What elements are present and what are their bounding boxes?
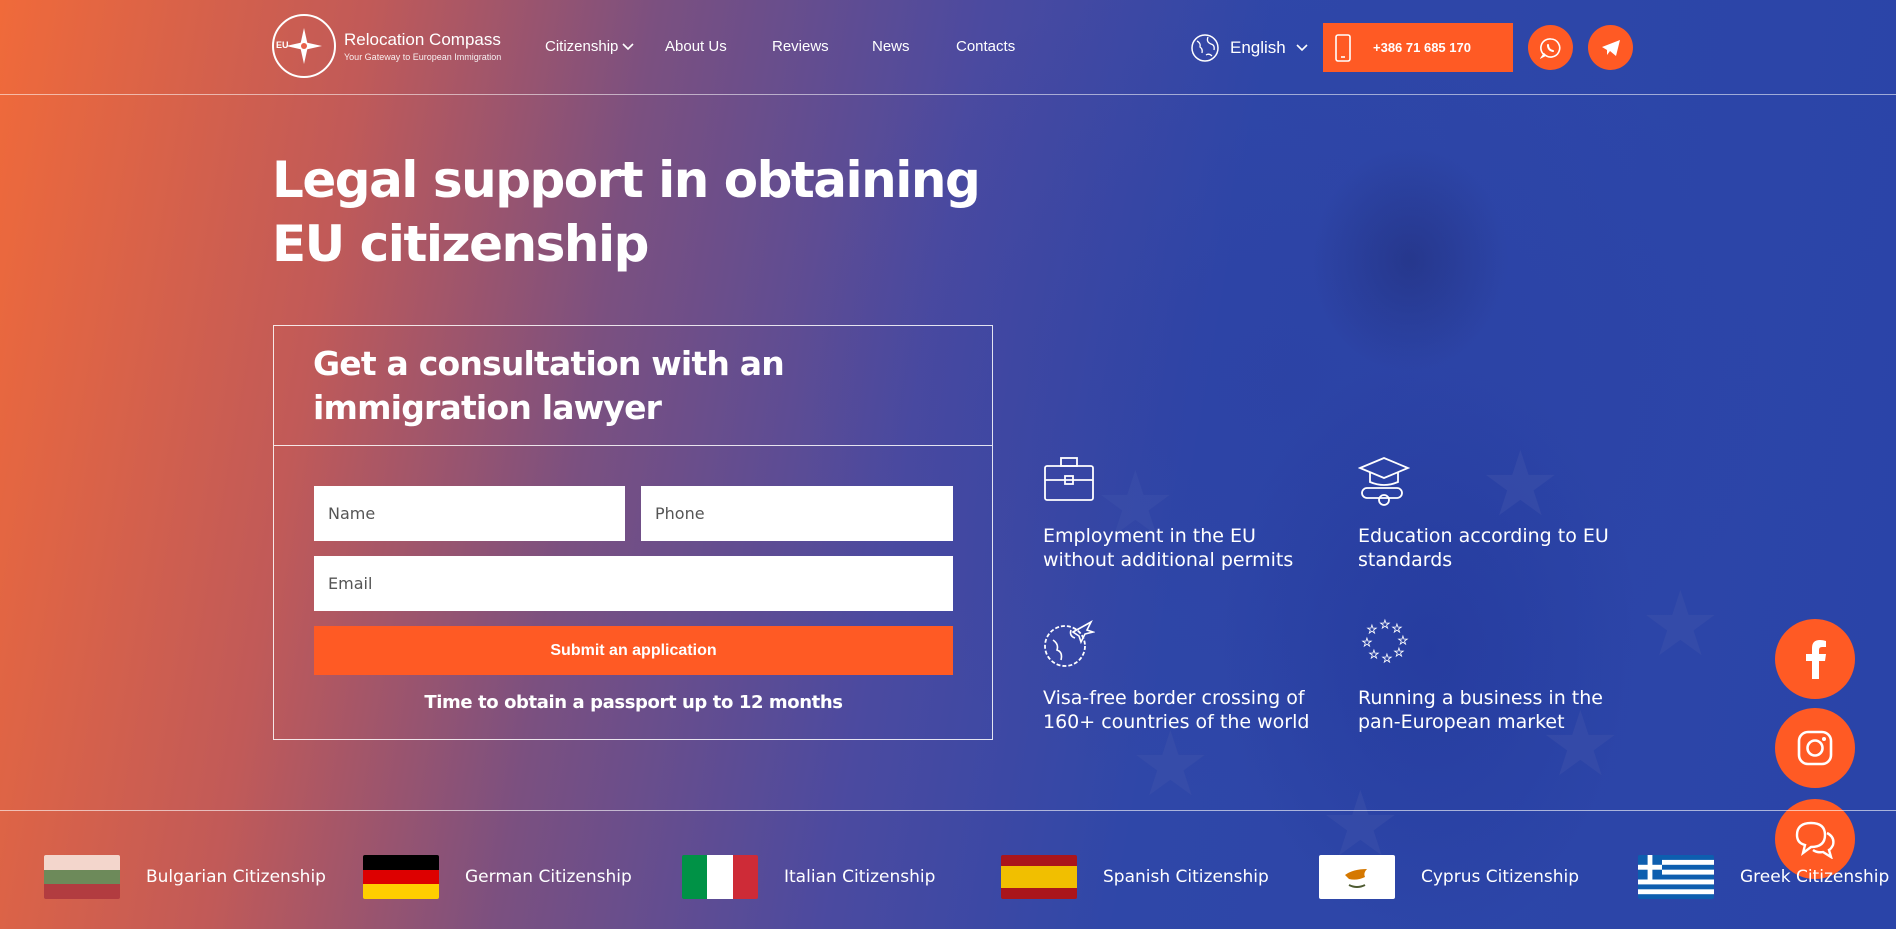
feature-text: Employment in the EU without additional … bbox=[1043, 525, 1294, 571]
nav-item-news[interactable]: News bbox=[872, 38, 956, 55]
feature-visa-free: Visa-free border crossing of 160+ countr… bbox=[1043, 618, 1313, 734]
mobile-phone-icon bbox=[1335, 33, 1351, 62]
graduation-cap-icon bbox=[1357, 457, 1411, 506]
svg-text:★: ★ bbox=[1398, 635, 1408, 647]
passport-time-note: Time to obtain a passport up to 12 month… bbox=[424, 692, 843, 713]
spain-flag bbox=[1001, 855, 1077, 899]
country-label: Spanish Citizenship bbox=[1103, 867, 1269, 887]
nav-item-label: Reviews bbox=[772, 38, 829, 55]
bulgaria-flag bbox=[44, 855, 120, 899]
nav-item-label: About Us bbox=[665, 38, 727, 55]
nav-item-label: News bbox=[872, 38, 910, 55]
svg-text:★: ★ bbox=[1362, 637, 1372, 649]
whatsapp-icon bbox=[1539, 37, 1560, 59]
country-label: Italian Citizenship bbox=[784, 867, 936, 887]
telegram-icon bbox=[1601, 39, 1620, 56]
language-selector[interactable]: English bbox=[1190, 33, 1308, 63]
facebook-button[interactable] bbox=[1775, 619, 1855, 699]
brand-name: Relocation Compass bbox=[344, 30, 501, 49]
facebook-icon bbox=[1806, 640, 1826, 679]
citizenship-programs-bar: Bulgarian Citizenship German Citizenship… bbox=[0, 810, 1896, 929]
phone-input[interactable] bbox=[641, 486, 953, 541]
nav-item-label: Contacts bbox=[956, 38, 1016, 55]
country-label: Greek Citizenship bbox=[1740, 867, 1890, 887]
submit-button[interactable]: Submit an application bbox=[314, 626, 953, 675]
greece-flag bbox=[1638, 855, 1714, 899]
language-label: English bbox=[1230, 38, 1286, 57]
germany-flag bbox=[363, 855, 439, 899]
feature-education: Education according to EU standards bbox=[1357, 456, 1628, 572]
hero-title: Legal support in obtaining EU citizenshi… bbox=[272, 151, 981, 273]
site-header: EU Relocation Compass Your Gateway to Eu… bbox=[0, 0, 1896, 95]
chevron-down-icon bbox=[1296, 44, 1308, 52]
country-label: Bulgarian Citizenship bbox=[146, 867, 326, 887]
feature-employment: Employment in the EU without additional … bbox=[1043, 456, 1313, 572]
consultation-form: Get a consultation with an immigration l… bbox=[273, 325, 993, 740]
brand-tagline: Your Gateway to European Immigration bbox=[344, 52, 502, 62]
country-label: German Citizenship bbox=[465, 867, 632, 887]
italy-flag bbox=[682, 855, 758, 899]
phone-button[interactable]: +386 71 685 170 bbox=[1323, 23, 1513, 72]
instagram-button[interactable] bbox=[1775, 708, 1855, 788]
nav-item-reviews[interactable]: Reviews bbox=[772, 38, 872, 55]
nav-item-contacts[interactable]: Contacts bbox=[956, 38, 1015, 55]
feature-text: Visa-free border crossing of 160+ countr… bbox=[1043, 687, 1310, 733]
phone-number: +386 71 685 170 bbox=[1373, 40, 1471, 55]
svg-text:★: ★ bbox=[1394, 647, 1404, 659]
email-input[interactable] bbox=[314, 556, 953, 611]
country-item-spain[interactable]: Spanish Citizenship bbox=[1001, 855, 1269, 899]
svg-text:★: ★ bbox=[1380, 619, 1390, 631]
svg-text:★: ★ bbox=[1367, 624, 1377, 636]
country-item-cyprus[interactable]: Cyprus Citizenship bbox=[1319, 855, 1579, 899]
main-nav: Citizenship About Us Reviews News Contac… bbox=[545, 38, 1015, 55]
country-item-germany[interactable]: German Citizenship bbox=[363, 855, 632, 899]
name-input[interactable] bbox=[314, 486, 625, 541]
country-label: Cyprus Citizenship bbox=[1421, 867, 1580, 887]
feature-text: Running a business in the pan-European m… bbox=[1358, 687, 1603, 733]
form-title: Get a consultation with an immigration l… bbox=[274, 326, 992, 446]
country-item-bulgaria[interactable]: Bulgarian Citizenship bbox=[44, 855, 326, 899]
nav-item-about[interactable]: About Us bbox=[665, 38, 772, 55]
cyprus-flag bbox=[1319, 855, 1395, 899]
svg-text:★: ★ bbox=[1382, 653, 1392, 665]
country-item-italy[interactable]: Italian Citizenship bbox=[682, 855, 935, 899]
compass-logo-icon: EU bbox=[272, 14, 336, 78]
globe-plane-icon bbox=[1044, 620, 1096, 667]
telegram-button[interactable] bbox=[1588, 25, 1633, 70]
logo-badge: EU bbox=[276, 40, 289, 50]
globe-icon bbox=[1191, 34, 1219, 62]
country-item-greece[interactable]: Greek Citizenship bbox=[1638, 855, 1889, 899]
svg-text:★: ★ bbox=[1392, 623, 1402, 635]
feature-text: Education according to EU standards bbox=[1358, 525, 1609, 571]
svg-text:★: ★ bbox=[1369, 649, 1379, 661]
nav-item-label: Citizenship bbox=[545, 38, 619, 55]
whatsapp-button[interactable] bbox=[1528, 25, 1573, 70]
nav-item-citizenship[interactable]: Citizenship bbox=[545, 38, 665, 55]
logo[interactable]: EU Relocation Compass Your Gateway to Eu… bbox=[272, 14, 501, 78]
instagram-icon bbox=[1797, 730, 1833, 766]
feature-business: ★ ★ ★ ★ ★ ★ ★ ★ Running a business in th… bbox=[1358, 618, 1628, 734]
briefcase-icon bbox=[1044, 457, 1094, 501]
eu-stars-icon: ★ ★ ★ ★ ★ ★ ★ ★ bbox=[1362, 619, 1409, 666]
chevron-down-icon bbox=[622, 42, 634, 50]
